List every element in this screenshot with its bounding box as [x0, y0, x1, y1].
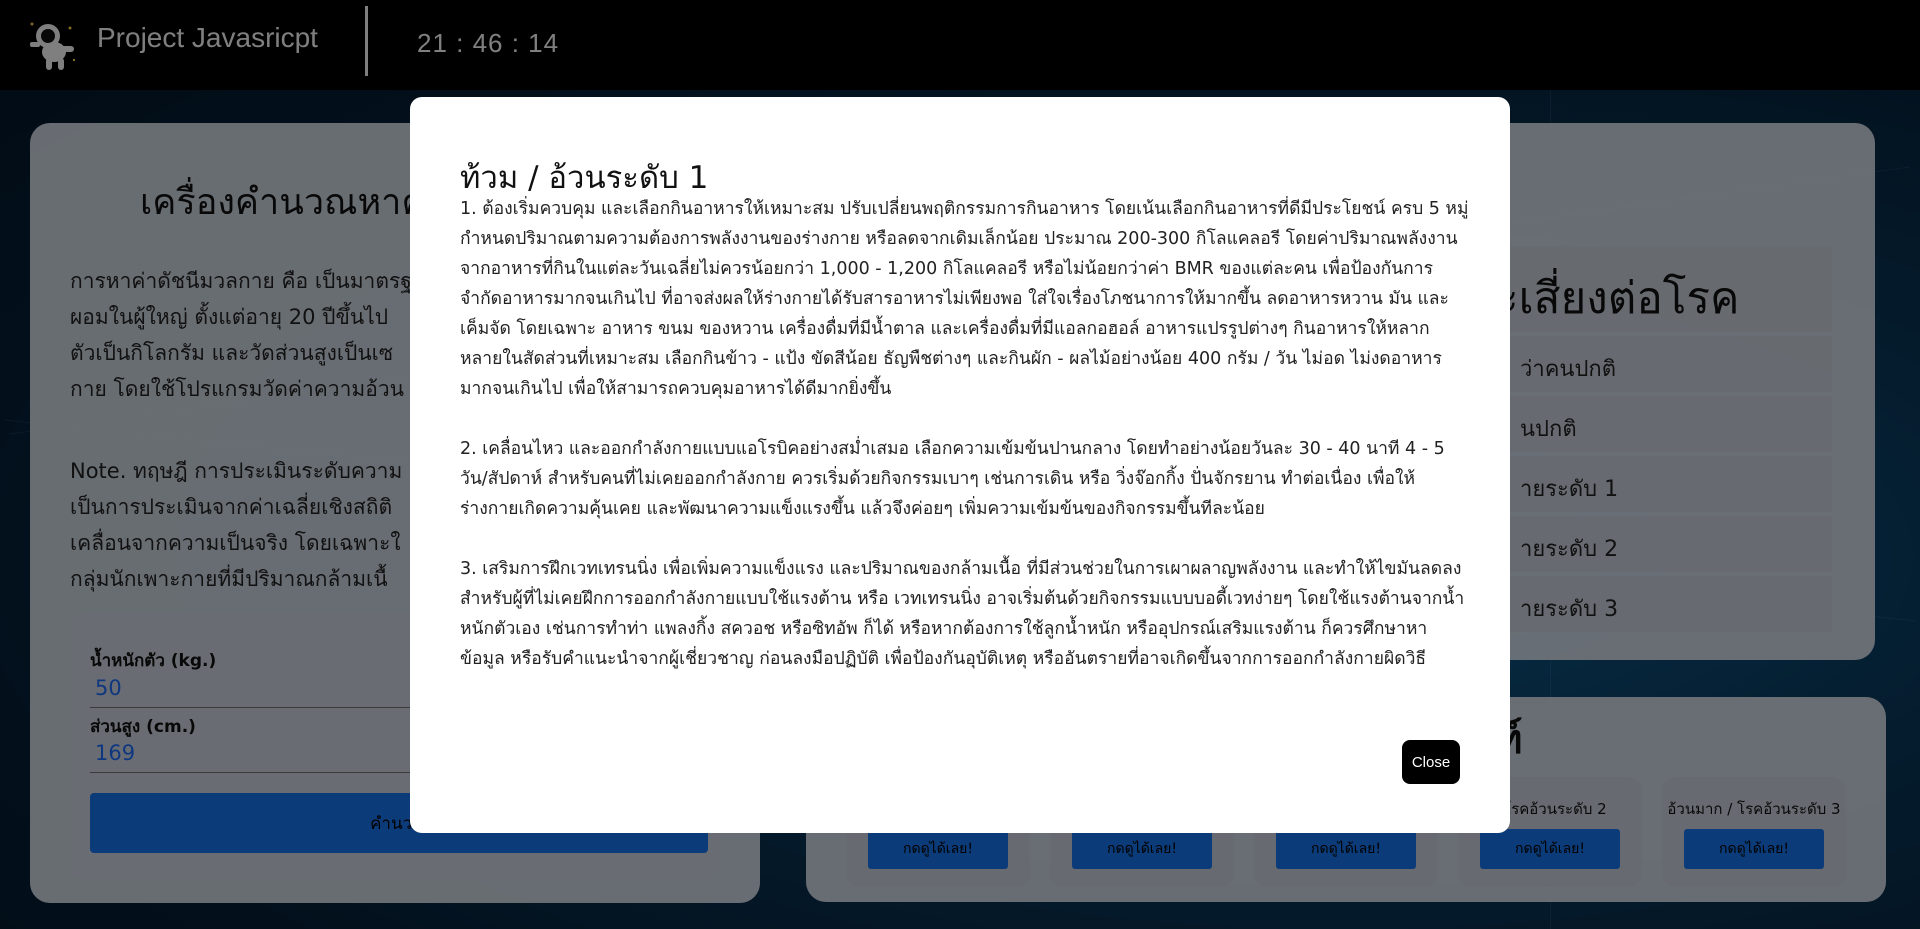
- close-button[interactable]: Close: [1402, 740, 1460, 784]
- modal-body: 1. ต้องเริ่มควบคุม และเลือกกินอาหารให้เห…: [460, 194, 1470, 704]
- advice-paragraph: 1. ต้องเริ่มควบคุม และเลือกกินอาหารให้เห…: [460, 199, 1469, 399]
- advice-modal: ท้วม / อ้วนระดับ 1 1. ต้องเริ่มควบคุม แล…: [410, 97, 1510, 833]
- advice-paragraph: 2. เคลื่อนไหว และออกกำลังกายแบบแอโรบิคอย…: [460, 439, 1445, 519]
- advice-paragraph: 3. เสริมการฝึกเวทเทรนนิ่ง เพื่อเพิ่มความ…: [460, 559, 1465, 669]
